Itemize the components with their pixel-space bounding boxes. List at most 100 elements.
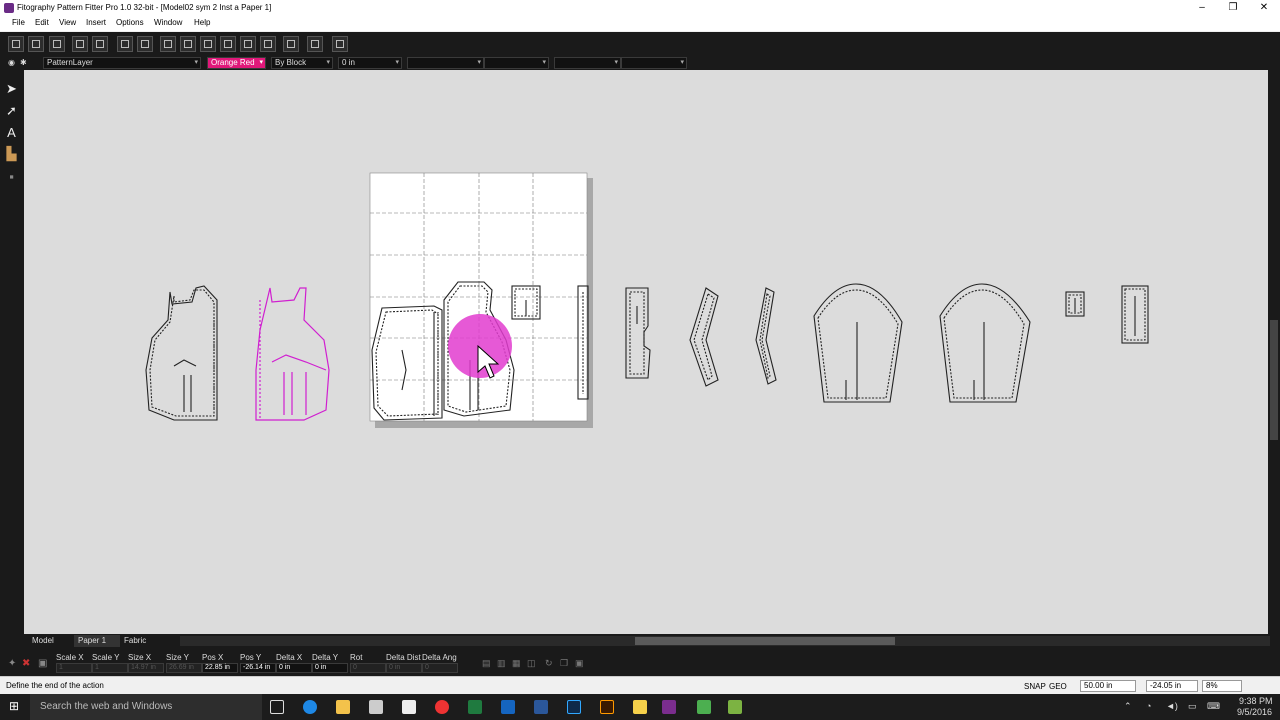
size-y-field[interactable]: 26.69 in [166, 663, 202, 673]
apply-icon[interactable]: ▣ [38, 658, 47, 669]
menu-file[interactable]: File [12, 18, 25, 27]
cancel-icon[interactable]: ✖ [22, 658, 30, 669]
rot-field[interactable]: 0 [350, 663, 386, 673]
lineweight-select[interactable]: 0 in ▾ [338, 57, 402, 69]
tab-fabric[interactable]: Fabric [120, 635, 170, 647]
geo-toggle[interactable]: GEO [1049, 682, 1067, 691]
undo-icon[interactable] [117, 36, 133, 52]
drawing-canvas[interactable] [24, 70, 1268, 634]
header-rot: Rot [350, 653, 363, 662]
excel-icon[interactable] [468, 700, 482, 714]
camtasia-icon[interactable] [697, 700, 711, 714]
recorder-icon[interactable] [728, 700, 742, 714]
size-x-field[interactable]: 14.97 in [128, 663, 164, 673]
scale-y-field[interactable]: 1 [92, 663, 128, 673]
pos-x-field[interactable]: 22.85 in [202, 663, 238, 673]
linetype-select[interactable]: By Block ▾ [271, 57, 333, 69]
empty-select-4[interactable]: ▾ [621, 57, 687, 69]
tag-icon[interactable] [307, 36, 323, 52]
menu-edit[interactable]: Edit [35, 18, 49, 27]
menu-options[interactable]: Options [116, 18, 144, 27]
vertical-scroll-thumb[interactable] [1270, 320, 1278, 440]
zoom-out-icon[interactable] [180, 36, 196, 52]
open-folder-icon[interactable] [28, 36, 44, 52]
lock-icon[interactable]: ✱ [20, 58, 27, 67]
empty-select-2[interactable]: ▾ [484, 57, 549, 69]
linetype-select-value: By Block [275, 58, 307, 67]
zoom-page-icon[interactable] [240, 36, 256, 52]
maximize-button[interactable]: ❐ [1217, 0, 1249, 16]
photoshop-icon[interactable] [567, 700, 581, 714]
vertical-scrollbar[interactable] [1268, 70, 1280, 648]
delta-x-field[interactable]: 0 in [276, 663, 312, 673]
tab-model[interactable]: Model [28, 635, 70, 647]
horizontal-scrollbar[interactable] [180, 636, 1270, 646]
tray-chevron-icon[interactable]: ⌃ [1124, 701, 1132, 712]
properties-icon[interactable] [332, 36, 348, 52]
minimize-button[interactable]: – [1186, 0, 1218, 16]
volume-icon[interactable]: ◄) [1166, 701, 1178, 711]
horizontal-scroll-thumb[interactable] [635, 637, 895, 645]
menu-help[interactable]: Help [194, 18, 210, 27]
delta-dist-field[interactable]: 0 in [386, 663, 422, 673]
folder-icon[interactable] [633, 700, 647, 714]
windows-start-icon[interactable]: ⊞ [9, 699, 19, 713]
eye-icon[interactable]: ◉ [8, 58, 15, 67]
store-icon[interactable] [369, 700, 383, 714]
network-icon[interactable]: ◔ [1146, 701, 1151, 711]
empty-select-1[interactable]: ▾ [407, 57, 484, 69]
tab-paper-1[interactable]: Paper 1 [74, 635, 120, 647]
align-center-icon[interactable]: ▥ [497, 658, 506, 669]
eraser-tool-icon[interactable]: ▪ [3, 168, 20, 185]
pattern-drawing[interactable] [24, 70, 1268, 634]
delta-y-field[interactable]: 0 in [312, 663, 348, 673]
zoom-realtime-icon[interactable] [260, 36, 276, 52]
pattern-select-icon[interactable]: ➚ [3, 102, 20, 119]
menu-window[interactable]: Window [154, 18, 182, 27]
mirror-icon[interactable]: ◫ [527, 658, 536, 669]
print-icon[interactable] [72, 36, 88, 52]
align-left-icon[interactable]: ▤ [482, 658, 491, 669]
save-icon[interactable] [49, 36, 65, 52]
grid-icon[interactable] [283, 36, 299, 52]
zoom-level-field[interactable]: 8% [1202, 680, 1242, 692]
color-select-value: Orange Red [211, 58, 255, 67]
delta-ang-field[interactable]: 0 [422, 663, 458, 673]
scale-x-field[interactable]: 1 [56, 663, 92, 673]
taskbar-search[interactable]: Search the web and Windows [30, 694, 262, 720]
chrome-icon[interactable] [435, 700, 449, 714]
illustrator-icon[interactable] [600, 700, 614, 714]
zoom-window-icon[interactable] [200, 36, 216, 52]
calculator-icon[interactable] [402, 700, 416, 714]
keyboard-icon[interactable]: ⌨ [1207, 701, 1220, 712]
word-icon[interactable] [534, 700, 548, 714]
empty-select-3[interactable]: ▾ [554, 57, 621, 69]
edge-browser-icon[interactable] [303, 700, 317, 714]
menu-insert[interactable]: Insert [86, 18, 106, 27]
copy-icon[interactable]: ❐ [560, 658, 568, 669]
pattern-fitter-app-icon[interactable] [662, 700, 676, 714]
file-explorer-icon[interactable] [336, 700, 350, 714]
layer-select[interactable]: PatternLayer ▾ [43, 57, 201, 69]
rotate-icon[interactable]: ↻ [545, 658, 553, 669]
redo-icon[interactable] [137, 36, 153, 52]
close-button[interactable]: ✕ [1248, 0, 1280, 16]
menu-view[interactable]: View [59, 18, 76, 27]
measure-tool-icon[interactable]: ▙ [3, 145, 20, 162]
snap-toggle[interactable]: SNAP [1024, 682, 1046, 691]
align-right-icon[interactable]: ▦ [512, 658, 521, 669]
paste-icon[interactable]: ▣ [575, 658, 584, 669]
color-select[interactable]: Orange Red ▾ [207, 57, 266, 69]
transform-icon[interactable]: ✦ [8, 658, 16, 669]
task-view-icon[interactable] [270, 700, 284, 714]
text-tool-icon[interactable]: A [3, 124, 20, 141]
zoom-in-icon[interactable] [160, 36, 176, 52]
header-delta-x: Delta X [276, 653, 303, 662]
select-arrow-icon[interactable]: ➤ [3, 80, 20, 97]
notification-icon[interactable]: ▭ [1188, 701, 1197, 712]
new-file-icon[interactable] [8, 36, 24, 52]
outlook-icon[interactable] [501, 700, 515, 714]
print-preview-icon[interactable] [92, 36, 108, 52]
pos-y-field[interactable]: -26.14 in [240, 663, 276, 673]
zoom-extents-icon[interactable] [220, 36, 236, 52]
